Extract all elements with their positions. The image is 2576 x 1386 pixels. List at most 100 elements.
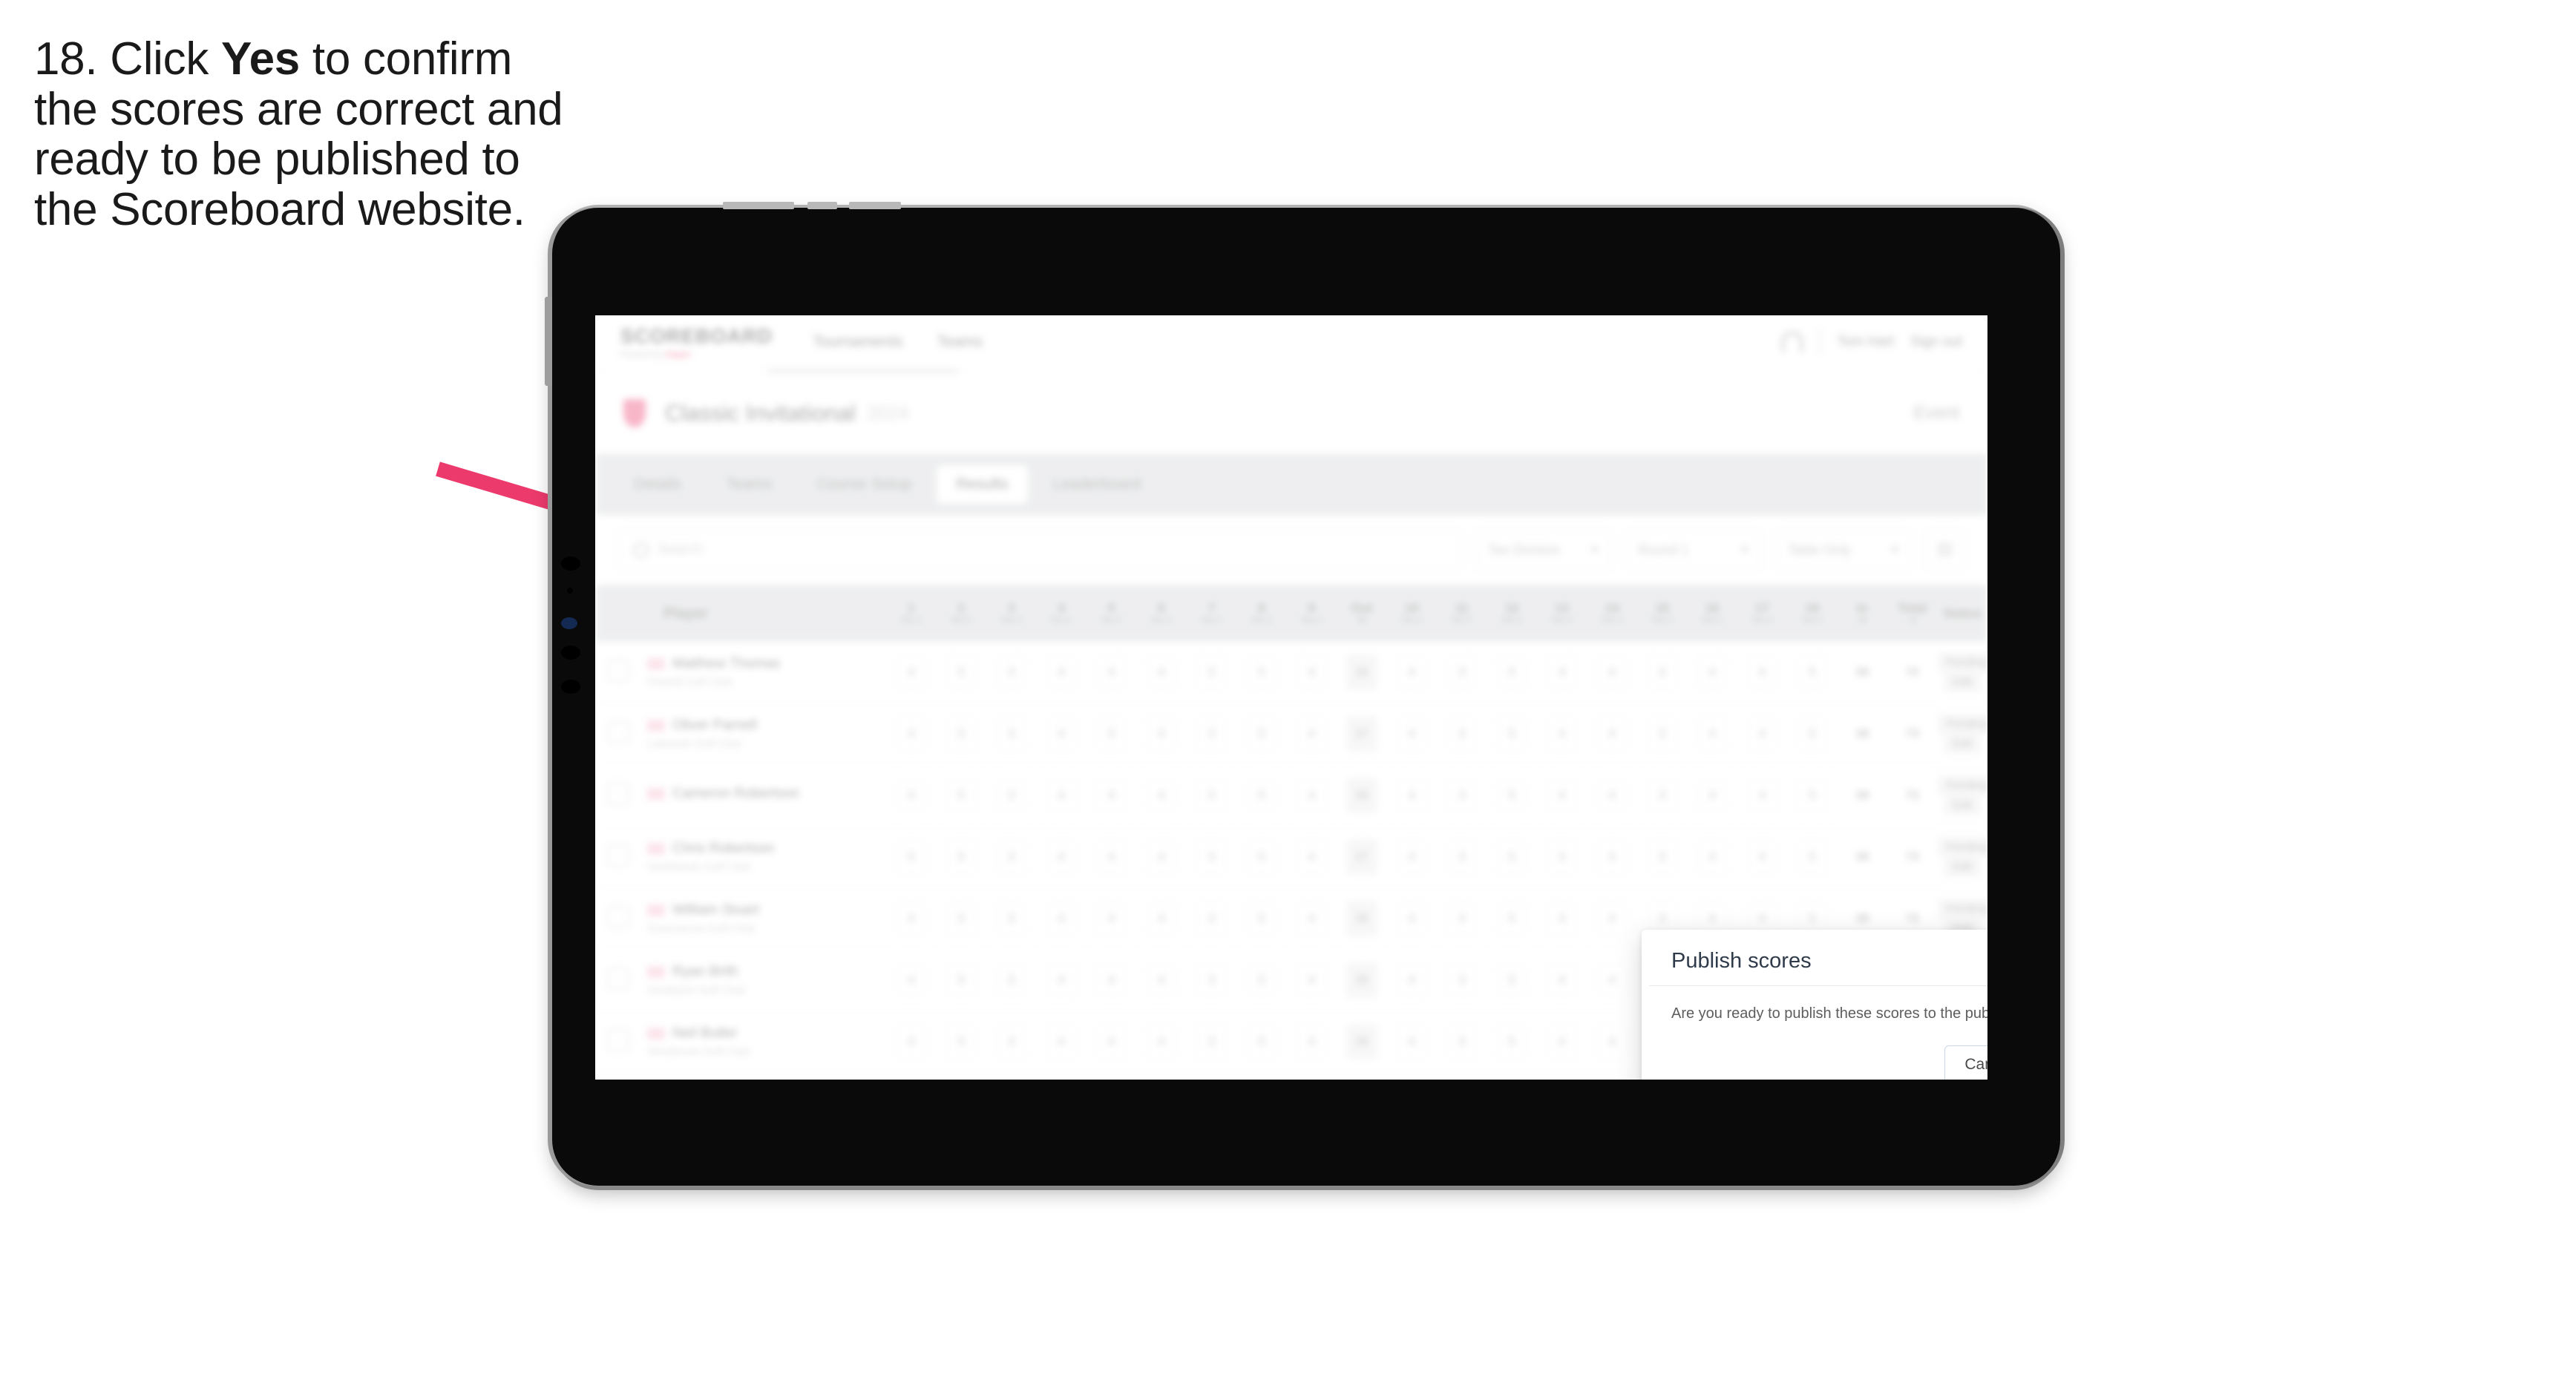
score-cell[interactable]: 3 <box>986 826 1037 888</box>
score-cell[interactable]: 4 <box>1086 887 1137 950</box>
score-cell[interactable]: 4 <box>1587 764 1637 827</box>
score-cell[interactable]: 5 <box>1236 764 1287 827</box>
score-cell[interactable]: 3 <box>1436 949 1487 1011</box>
score-cell[interactable]: 5 <box>1236 703 1287 765</box>
score-cell[interactable]: 4 <box>1086 642 1137 703</box>
score-cell[interactable]: 5 <box>1487 764 1537 827</box>
score-cell[interactable]: 5 <box>936 949 986 1011</box>
score-cell[interactable]: 3 <box>1186 826 1237 888</box>
score-cell[interactable]: 4 <box>1536 1011 1587 1073</box>
volume-button[interactable] <box>545 297 552 386</box>
score-cell[interactable]: 4 <box>1587 642 1637 703</box>
score-cell[interactable]: 4 <box>886 949 937 1011</box>
select-table-only[interactable]: Table Only <box>1775 530 1912 570</box>
score-cell[interactable]: 4 <box>1687 703 1737 765</box>
score-cell[interactable]: 4 <box>1136 1011 1187 1073</box>
score-cell[interactable]: 4 <box>1286 642 1337 703</box>
score-cell[interactable]: 3 <box>1186 642 1237 703</box>
row-checkbox[interactable] <box>595 703 641 765</box>
event-action[interactable]: Event <box>1914 403 1959 424</box>
score-cell[interactable]: 5 <box>1236 949 1287 1011</box>
score-cell[interactable]: 3 <box>1186 949 1237 1011</box>
score-cell[interactable]: 5 <box>1787 703 1838 765</box>
score-cell[interactable]: 4 <box>1536 703 1587 765</box>
score-cell[interactable]: 3 <box>986 642 1037 703</box>
score-cell[interactable]: 4 <box>1036 949 1087 1011</box>
score-cell[interactable]: 4 <box>1086 826 1137 888</box>
score-cell[interactable]: 4 <box>886 887 937 950</box>
score-cell[interactable]: 3 <box>986 1011 1037 1073</box>
score-cell[interactable]: 5 <box>936 642 986 703</box>
score-cell[interactable]: 3 <box>1436 826 1487 888</box>
score-cell[interactable]: 4 <box>1687 764 1737 827</box>
score-cell[interactable]: 5 <box>1487 949 1537 1011</box>
score-cell[interactable]: 3 <box>1186 887 1237 950</box>
score-cell[interactable]: 4 <box>1737 826 1788 888</box>
select-tee-division[interactable]: Tee Division <box>1475 530 1612 570</box>
score-cell[interactable]: 4 <box>1687 826 1737 888</box>
score-cell[interactable]: 4 <box>1737 642 1788 703</box>
score-cell[interactable]: 4 <box>1587 826 1637 888</box>
score-cell[interactable]: 3 <box>1436 764 1487 827</box>
score-cell[interactable]: 5 <box>1787 826 1838 888</box>
score-cell[interactable]: 4 <box>1536 826 1587 888</box>
table-row[interactable]: Chris Robertson Northlands Golf Club 5 5 3 4 4… <box>595 826 1987 888</box>
score-cell[interactable]: 4 <box>1036 642 1087 703</box>
row-checkbox[interactable] <box>595 949 641 1011</box>
tab-results[interactable]: Results <box>937 465 1028 504</box>
score-cell[interactable]: 4 <box>1286 764 1337 827</box>
score-cell[interactable]: 4 <box>886 703 937 765</box>
score-cell[interactable]: 5 <box>1086 703 1137 765</box>
score-cell[interactable]: 4 <box>1536 887 1587 950</box>
score-cell[interactable]: 5 <box>1487 642 1537 703</box>
score-cell[interactable]: 5 <box>1236 1011 1287 1073</box>
score-cell[interactable]: 4 <box>1587 949 1637 1011</box>
app-logo[interactable]: SCOREBOARD Powered by Hagan <box>620 325 773 359</box>
select-round[interactable]: Round 1 <box>1625 530 1762 570</box>
score-cell[interactable]: 3 <box>1636 764 1688 827</box>
score-cell[interactable]: 3 <box>986 764 1037 827</box>
score-cell[interactable]: 4 <box>1286 826 1337 888</box>
score-cell[interactable]: 3 <box>1436 887 1487 950</box>
score-cell[interactable]: 3 <box>1636 642 1688 703</box>
score-cell[interactable]: 4 <box>1386 642 1437 703</box>
score-cell[interactable]: 3 <box>1636 826 1688 888</box>
status-cell[interactable]: Pending Edit <box>1937 703 1987 765</box>
score-cell[interactable]: 5 <box>1236 887 1287 950</box>
score-cell[interactable]: 4 <box>1536 764 1587 827</box>
score-cell[interactable]: 5 <box>1487 703 1537 765</box>
score-cell[interactable]: 3 <box>986 887 1037 950</box>
table-row[interactable]: Matthew Thomas Pinehill Golf Club 4 5 3 4 4 4 3 5… <box>595 642 1987 703</box>
score-cell[interactable]: 4 <box>886 764 937 827</box>
tab-leaderboard[interactable]: Leaderboard <box>1034 465 1161 504</box>
score-cell[interactable]: 5 <box>1487 826 1537 888</box>
score-cell[interactable]: 4 <box>1386 1011 1437 1073</box>
score-cell[interactable]: 3 <box>1436 642 1487 703</box>
score-cell[interactable]: 4 <box>1587 703 1637 765</box>
score-cell[interactable]: 4 <box>886 1011 937 1073</box>
score-cell[interactable]: 4 <box>1737 703 1788 765</box>
score-cell[interactable]: 4 <box>1587 887 1637 950</box>
score-cell[interactable]: 4 <box>1036 826 1087 888</box>
score-cell[interactable]: 4 <box>1687 642 1737 703</box>
score-cell[interactable]: 4 <box>1286 887 1337 950</box>
score-cell[interactable]: 5 <box>1487 1011 1537 1073</box>
score-cell[interactable]: 4 <box>1136 764 1187 827</box>
score-cell[interactable]: 5 <box>936 887 986 950</box>
score-cell[interactable]: 5 <box>886 826 937 888</box>
score-cell[interactable]: 4 <box>1086 1011 1137 1073</box>
score-cell[interactable]: 4 <box>1136 949 1187 1011</box>
score-cell[interactable]: 4 <box>1737 764 1788 827</box>
score-cell[interactable]: 4 <box>1286 1011 1337 1073</box>
score-cell[interactable]: 4 <box>1536 949 1587 1011</box>
row-checkbox[interactable] <box>595 826 641 888</box>
nav-item-teams[interactable]: Teams <box>937 333 983 351</box>
score-cell[interactable]: 3 <box>1436 703 1487 765</box>
table-row[interactable]: Cameron Robertson 4 5 3 4 4 4 3 5 4 36 4 3 5 4 4 3 4 4 5 36 7… <box>595 764 1987 827</box>
score-cell[interactable]: 3 <box>1186 764 1237 827</box>
table-row[interactable]: Oliver Parnell Lakeside Golf Club 4 5 3 4 5 4 3 5… <box>595 703 1987 765</box>
tab-details[interactable]: Details <box>614 465 701 504</box>
score-cell[interactable]: 4 <box>1136 826 1187 888</box>
sign-out-link[interactable]: Sign out <box>1910 334 1962 350</box>
score-cell[interactable]: 3 <box>986 703 1037 765</box>
